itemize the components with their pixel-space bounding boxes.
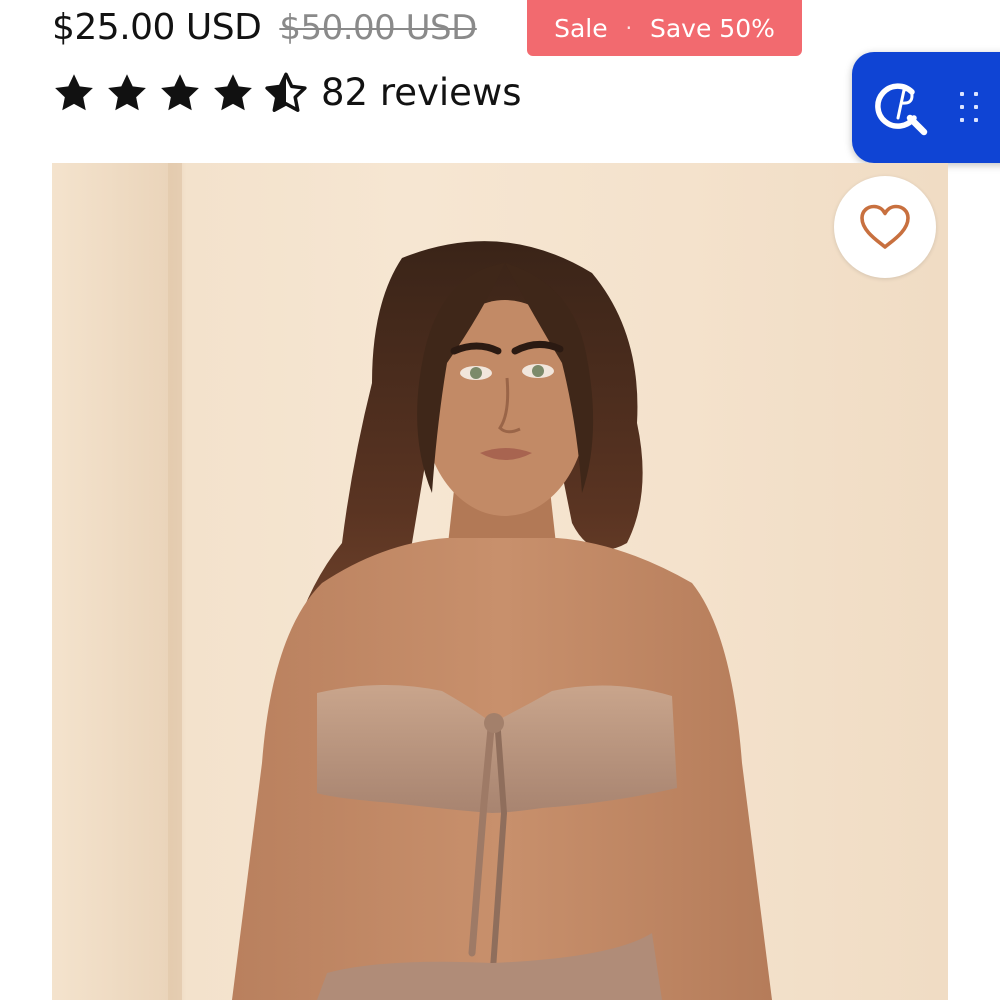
star-full-icon [108,74,146,111]
price-row: $25.00 USD $50.00 USD [52,0,477,56]
product-photo [52,163,772,1000]
drag-handle-icon[interactable] [958,92,982,122]
star-full-icon [214,74,252,111]
reviews-count-link[interactable]: 82 reviews [321,66,521,120]
search-icon[interactable] [868,78,930,140]
badge-separator: · [625,16,632,40]
visual-search-widget[interactable] [852,52,1000,163]
rating-row[interactable]: 82 reviews [52,66,521,120]
heart-icon [860,204,910,249]
product-image[interactable] [52,163,948,1000]
compare-at-price: $50.00 USD [279,8,477,48]
sale-badge: Sale · Save 50% [527,0,802,56]
product-page: $25.00 USD $50.00 USD Sale · Save 50% 82… [0,0,1000,1000]
star-half-icon [265,72,307,112]
star-full-icon [55,74,93,111]
star-full-icon [161,74,199,111]
wishlist-button[interactable] [834,176,936,278]
sale-label: Sale [554,13,608,43]
star-rating [52,71,317,115]
save-label: Save 50% [649,13,775,43]
sale-price: $25.00 USD [52,7,262,48]
